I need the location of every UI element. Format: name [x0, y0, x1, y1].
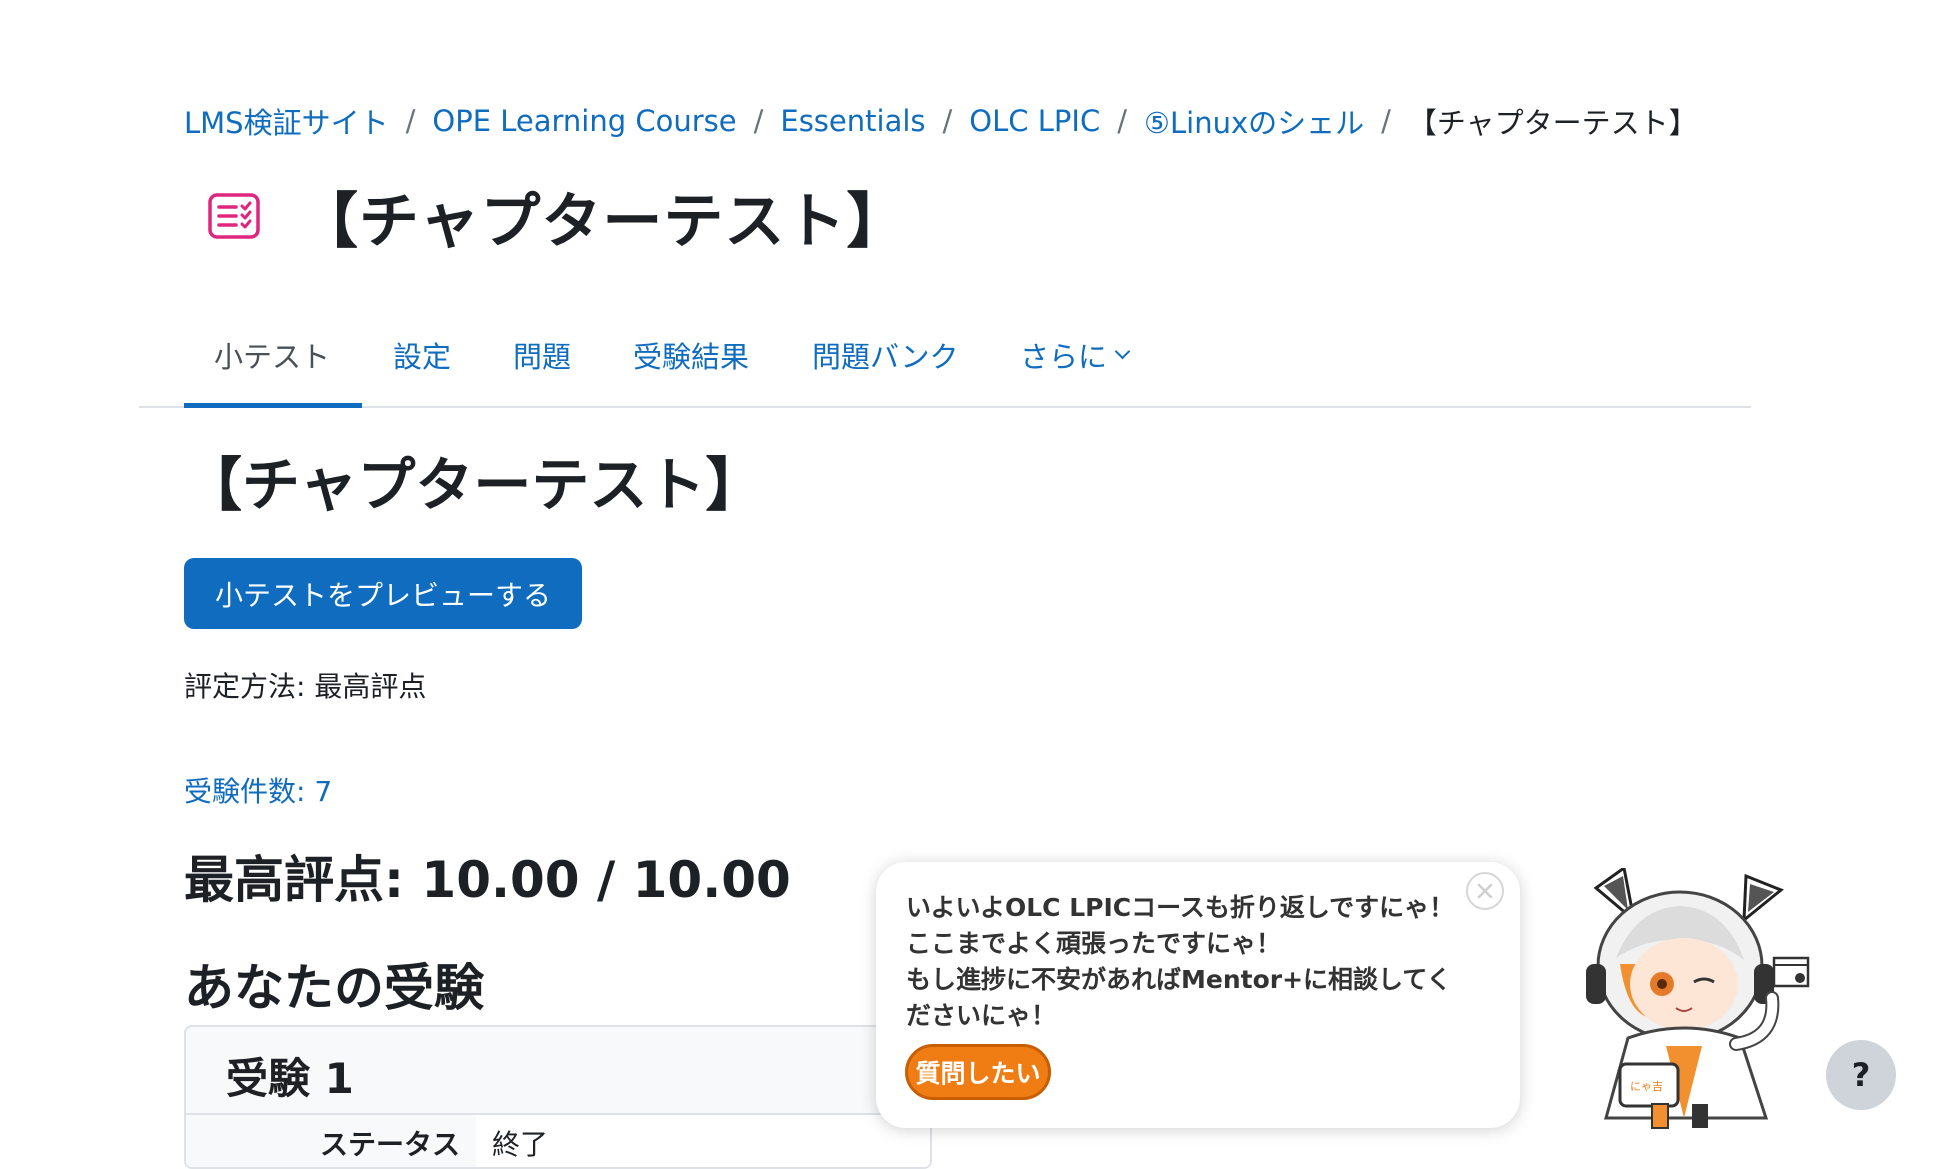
breadcrumb-separator: /: [753, 104, 764, 138]
breadcrumb: LMS検証サイト / OPE Learning Course / Essenti…: [184, 100, 1698, 142]
chevron-down-icon: [1114, 343, 1131, 359]
close-icon[interactable]: [1466, 872, 1504, 910]
ask-question-button[interactable]: 質問したい: [905, 1044, 1051, 1100]
breadcrumb-lms-site[interactable]: LMS検証サイト: [184, 100, 389, 142]
help-button[interactable]: ?: [1826, 1040, 1896, 1110]
tab-settings[interactable]: 設定: [393, 306, 451, 404]
breadcrumb-essentials[interactable]: Essentials: [780, 104, 925, 138]
page-title: 【チャプターテスト】: [298, 186, 908, 257]
attempt-title: 受験 1: [226, 1054, 354, 1103]
quiz-icon: [184, 170, 284, 262]
breadcrumb-separator: /: [942, 104, 953, 138]
attempts-count-link[interactable]: 受験件数: 7: [184, 770, 332, 810]
page-header: 【チャプターテスト】: [184, 170, 907, 262]
tab-quiz[interactable]: 小テスト: [214, 306, 330, 404]
tab-more[interactable]: さらに: [1020, 306, 1131, 404]
best-grade: 最高評点: 10.00 / 10.00: [184, 851, 791, 909]
active-tab-indicator: [184, 403, 362, 408]
your-attempts-heading: あなたの受験: [184, 959, 484, 1017]
breadcrumb-current: 【チャプターテスト】: [1407, 106, 1698, 140]
breadcrumb-separator: /: [1381, 104, 1391, 138]
quiz-title: 【チャプターテスト】: [184, 451, 764, 519]
status-value: 終了: [492, 1128, 549, 1161]
preview-quiz-button[interactable]: 小テストをプレビューする: [184, 558, 582, 629]
breadcrumb-olc-lpic[interactable]: OLC LPIC: [969, 104, 1100, 138]
attempt-status-row: ステータス 終了: [186, 1113, 930, 1167]
tab-question-bank[interactable]: 問題バンク: [812, 306, 958, 404]
grading-method: 評定方法: 最高評点: [184, 670, 427, 703]
mascot-chat-bubble: いよいよOLC LPICコースも折り返しですにゃ！ここまでよく頑張ったですにゃ！…: [876, 862, 1520, 1128]
mascot-badge-text: にゃ吉: [1630, 1080, 1663, 1093]
attempt-summary: 受験 1 ステータス 終了: [184, 1025, 932, 1169]
breadcrumb-course[interactable]: OPE Learning Course: [432, 104, 736, 138]
tab-results[interactable]: 受験結果: [633, 306, 749, 404]
breadcrumb-separator: /: [1117, 104, 1127, 138]
secondary-navigation: 小テスト 設定 問題 受験結果 問題バンク さらに: [139, 306, 1751, 408]
tab-questions[interactable]: 問題: [513, 306, 571, 404]
tab-more-label: さらに: [1020, 340, 1108, 374]
chat-message: いよいよOLC LPICコースも折り返しですにゃ！ここまでよく頑張ったですにゃ！…: [906, 893, 1455, 1030]
breadcrumb-linux-shell[interactable]: ⑤Linuxのシェル: [1144, 100, 1364, 142]
status-label: ステータス: [186, 1115, 476, 1167]
breadcrumb-separator: /: [405, 104, 416, 138]
mascot-character[interactable]: にゃ吉: [1576, 865, 1826, 1130]
